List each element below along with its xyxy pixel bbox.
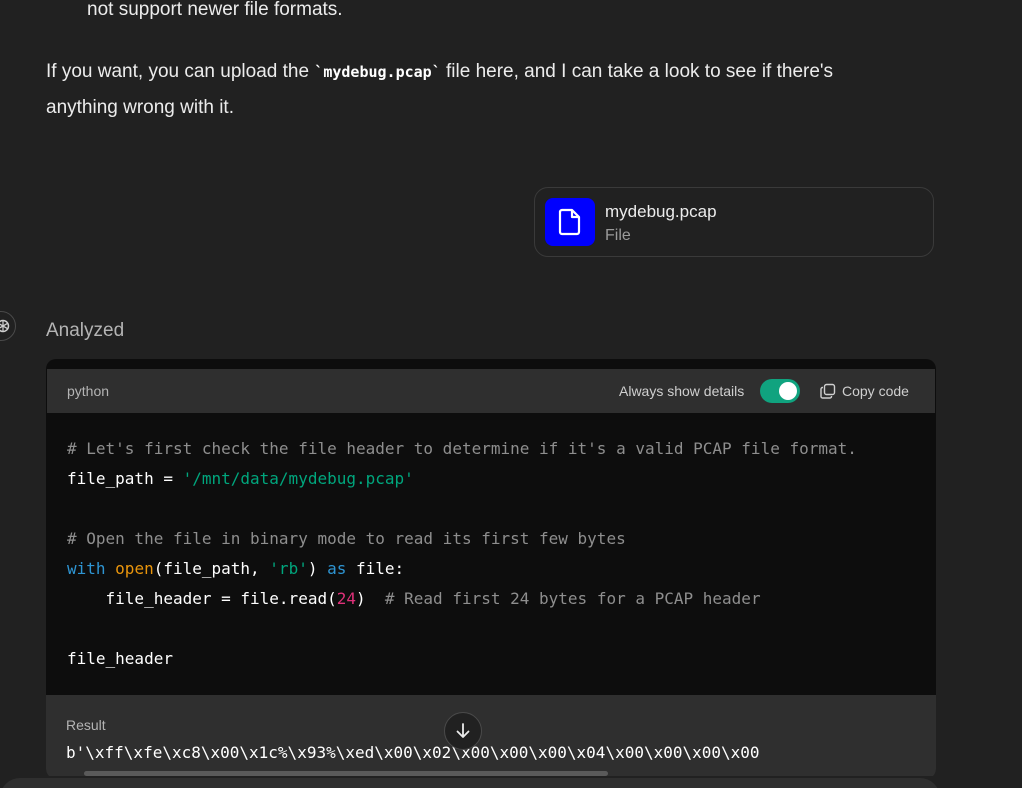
code-line-8: file_header bbox=[67, 649, 173, 668]
code-language-label: python bbox=[67, 383, 110, 399]
copy-code-label: Copy code bbox=[842, 383, 909, 399]
result-value: b'\xff\xfe\xc8\x00\x1c%\x93%\xed\x00\x02… bbox=[66, 743, 760, 762]
analysis-status[interactable]: Analyzed bbox=[46, 320, 124, 342]
attachment-file-type: File bbox=[605, 227, 631, 244]
code-line-5-rest: file: bbox=[346, 559, 405, 578]
code-line-5-string: 'rb' bbox=[269, 559, 308, 578]
composer-area-edge bbox=[0, 776, 1022, 788]
code-block-header: python Always show details Copy code bbox=[47, 369, 935, 413]
file-icon bbox=[545, 198, 595, 246]
code-block: python Always show details Copy code # L… bbox=[46, 359, 936, 779]
openai-logo-icon bbox=[0, 311, 16, 341]
file-attachment-card[interactable]: mydebug.pcap File bbox=[534, 187, 934, 257]
code-line-4: # Open the file in binary mode to read i… bbox=[67, 529, 626, 548]
code-line-5-keyword-with: with bbox=[67, 559, 106, 578]
code-line-5-keyword-as: as bbox=[327, 559, 347, 578]
code-content: # Let's first check the file header to d… bbox=[67, 434, 857, 674]
message-text-prev-line: not support newer file formats. bbox=[87, 0, 343, 20]
code-line-2-var: file_path = bbox=[67, 469, 183, 488]
code-line-5-close: ) bbox=[307, 559, 328, 578]
message-text-before: If you want, you can upload the bbox=[46, 61, 315, 82]
result-panel: Result b'\xff\xfe\xc8\x00\x1c%\x93%\xed\… bbox=[46, 695, 936, 779]
chat-page: not support newer file formats. If you w… bbox=[0, 0, 1022, 788]
result-label: Result bbox=[66, 717, 106, 733]
code-line-5-args: (file_path, bbox=[153, 559, 270, 578]
attachment-file-name: mydebug.pcap bbox=[605, 202, 717, 221]
code-line-5-open: open bbox=[115, 559, 154, 578]
copy-icon bbox=[820, 383, 836, 399]
arrow-down-icon bbox=[456, 723, 470, 738]
code-line-6-comment: # Read first 24 bytes for a PCAP header bbox=[384, 589, 761, 608]
toggle-knob bbox=[779, 382, 797, 400]
inline-code-filename: `mydebug.pcap` bbox=[314, 63, 441, 81]
always-show-details-label: Always show details bbox=[619, 383, 745, 399]
code-line-1: # Let's first check the file header to d… bbox=[67, 439, 857, 458]
code-line-6-close: ) bbox=[355, 589, 385, 608]
code-line-6-pre: file_header = file.read( bbox=[67, 589, 337, 608]
code-line-6-number: 24 bbox=[336, 589, 356, 608]
assistant-message-paragraph: If you want, you can upload the `mydebug… bbox=[46, 54, 906, 126]
code-line-2-string: '/mnt/data/mydebug.pcap' bbox=[182, 469, 414, 488]
copy-code-button[interactable]: Copy code bbox=[820, 381, 909, 401]
always-show-details-toggle[interactable] bbox=[760, 379, 800, 403]
scroll-to-bottom-button[interactable] bbox=[444, 712, 482, 750]
composer-box-top bbox=[0, 778, 940, 788]
